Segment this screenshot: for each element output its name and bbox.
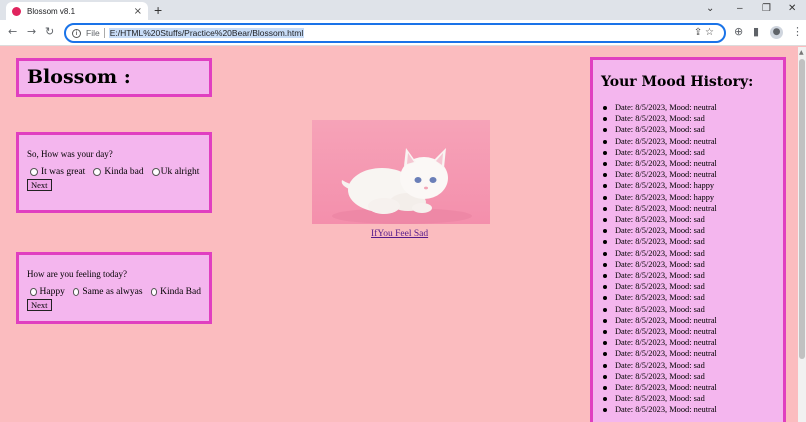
mood-entry: Date: 8/5/2023, Mood: sad [601, 225, 775, 236]
tab-bar: Blossom v8.1 × + ⌄ – ❐ ✕ [0, 0, 806, 20]
profile-avatar[interactable]: ● [770, 26, 783, 39]
tab-search-icon[interactable]: ⌄ [706, 3, 714, 14]
day-question-panel: So, How was your day? It was great Kinda… [16, 132, 212, 213]
omnibox-divider [103, 28, 105, 38]
mood-entry: Date: 8/5/2023, Mood: sad [601, 393, 775, 404]
mood-history-title: Your Mood History: [601, 74, 754, 90]
day-options: It was great Kinda bad Uk alright [27, 167, 201, 177]
mood-entry: Date: 8/5/2023, Mood: neutral [601, 404, 775, 415]
mood-entry: Date: 8/5/2023, Mood: neutral [601, 203, 775, 214]
radio-kinda-bad[interactable] [150, 288, 158, 296]
page-title: Blossom : [27, 66, 131, 88]
sad-image-link[interactable]: IfYou Feel Sad [371, 229, 428, 239]
extensions-icon[interactable]: ⊕ [734, 25, 743, 38]
favicon-icon [12, 6, 21, 16]
mood-entry: Date: 8/5/2023, Mood: neutral [601, 326, 775, 337]
mood-entry: Date: 8/5/2023, Mood: sad [601, 371, 775, 382]
kitten-illustration [332, 148, 472, 224]
side-panel-icon[interactable]: ▮ [753, 25, 759, 38]
mood-entry: Date: 8/5/2023, Mood: sad [601, 360, 775, 371]
new-tab-button[interactable]: + [154, 2, 162, 18]
radio-alright[interactable] [151, 168, 160, 176]
mood-entry: Date: 8/5/2023, Mood: sad [601, 281, 775, 292]
mood-entry: Date: 8/5/2023, Mood: sad [601, 236, 775, 247]
mood-entry: Date: 8/5/2023, Mood: neutral [601, 169, 775, 180]
back-icon[interactable]: ← [8, 25, 17, 38]
mood-entry: Date: 8/5/2023, Mood: neutral [601, 158, 775, 169]
mood-entry: Date: 8/5/2023, Mood: happy [601, 192, 775, 203]
mood-entry: Date: 8/5/2023, Mood: neutral [601, 102, 775, 113]
day-next-button[interactable]: Next [27, 179, 52, 191]
mood-entry: Date: 8/5/2023, Mood: sad [601, 304, 775, 315]
mood-entry: Date: 8/5/2023, Mood: sad [601, 147, 775, 158]
radio-same[interactable] [72, 288, 80, 296]
share-icon[interactable]: ⇪ ☆ [694, 27, 714, 38]
feeling-options: Happy Same as alwyas Kinda Bad [27, 287, 201, 297]
option-label: Kinda Bad [160, 287, 201, 297]
tab-title: Blossom v8.1 [27, 6, 76, 16]
reload-icon[interactable]: ↻ [45, 25, 54, 38]
mood-entry: Date: 8/5/2023, Mood: happy [601, 180, 775, 191]
feeling-question-panel: How are you feeling today? Happy Same as… [16, 252, 212, 324]
option-label: Same as alwyas [82, 287, 143, 297]
option-label: Happy [39, 287, 65, 297]
tab-close-icon[interactable]: × [134, 6, 142, 17]
mood-entry: Date: 8/5/2023, Mood: sad [601, 292, 775, 303]
radio-kinda-bad[interactable] [93, 168, 102, 176]
page-content: Blossom : So, How was your day? It was g… [0, 47, 798, 422]
mood-entry: Date: 8/5/2023, Mood: sad [601, 214, 775, 225]
bookmark-star-icon[interactable]: ☆ [705, 27, 714, 38]
option-label: Kinda bad [104, 167, 144, 177]
mood-entry: Date: 8/5/2023, Mood: neutral [601, 348, 775, 359]
mood-entry: Date: 8/5/2023, Mood: neutral [601, 337, 775, 348]
mood-entry: Date: 8/5/2023, Mood: sad [601, 124, 775, 135]
site-info-icon[interactable]: i [72, 28, 81, 38]
mood-entry: Date: 8/5/2023, Mood: neutral [601, 382, 775, 393]
restore-icon[interactable]: ❐ [762, 3, 771, 14]
menu-icon[interactable]: ⋮ [792, 25, 803, 38]
kitten-image [312, 120, 490, 224]
feeling-next-button[interactable]: Next [27, 299, 52, 311]
browser-toolbar: ← → ↻ i File E:/HTML%20Stuffs/Practice%2… [0, 20, 806, 46]
day-question: So, How was your day? [27, 149, 113, 159]
mood-history-list: Date: 8/5/2023, Mood: neutral Date: 8/5/2… [601, 102, 775, 416]
address-bar[interactable]: i File E:/HTML%20Stuffs/Practice%20Bear/… [64, 23, 726, 43]
mood-entry: Date: 8/5/2023, Mood: sad [601, 248, 775, 259]
mood-history-panel: Your Mood History: Date: 8/5/2023, Mood:… [590, 57, 786, 422]
scrollbar-thumb[interactable] [799, 59, 805, 359]
mood-entry: Date: 8/5/2023, Mood: sad [601, 270, 775, 281]
title-panel: Blossom : [16, 58, 212, 97]
mood-entry: Date: 8/5/2023, Mood: neutral [601, 136, 775, 147]
radio-great[interactable] [30, 168, 38, 176]
option-label: Uk alright [160, 167, 200, 177]
minimize-icon[interactable]: – [737, 3, 743, 14]
forward-icon[interactable]: → [27, 25, 36, 38]
scroll-up-icon[interactable]: ▲ [799, 49, 804, 56]
mood-entry: Date: 8/5/2023, Mood: sad [601, 113, 775, 124]
mood-entry: Date: 8/5/2023, Mood: neutral [601, 315, 775, 326]
vertical-scrollbar[interactable]: ▲ [798, 47, 806, 422]
radio-happy[interactable] [30, 288, 37, 296]
browser-tab[interactable]: Blossom v8.1 × [6, 2, 148, 20]
feeling-question: How are you feeling today? [27, 269, 127, 279]
url-text[interactable]: E:/HTML%20Stuffs/Practice%20Bear/Blossom… [108, 28, 305, 38]
url-scheme: File [86, 28, 100, 38]
mood-entry: Date: 8/5/2023, Mood: sad [601, 259, 775, 270]
window-close-icon[interactable]: ✕ [788, 3, 796, 14]
option-label: It was great [41, 167, 86, 177]
